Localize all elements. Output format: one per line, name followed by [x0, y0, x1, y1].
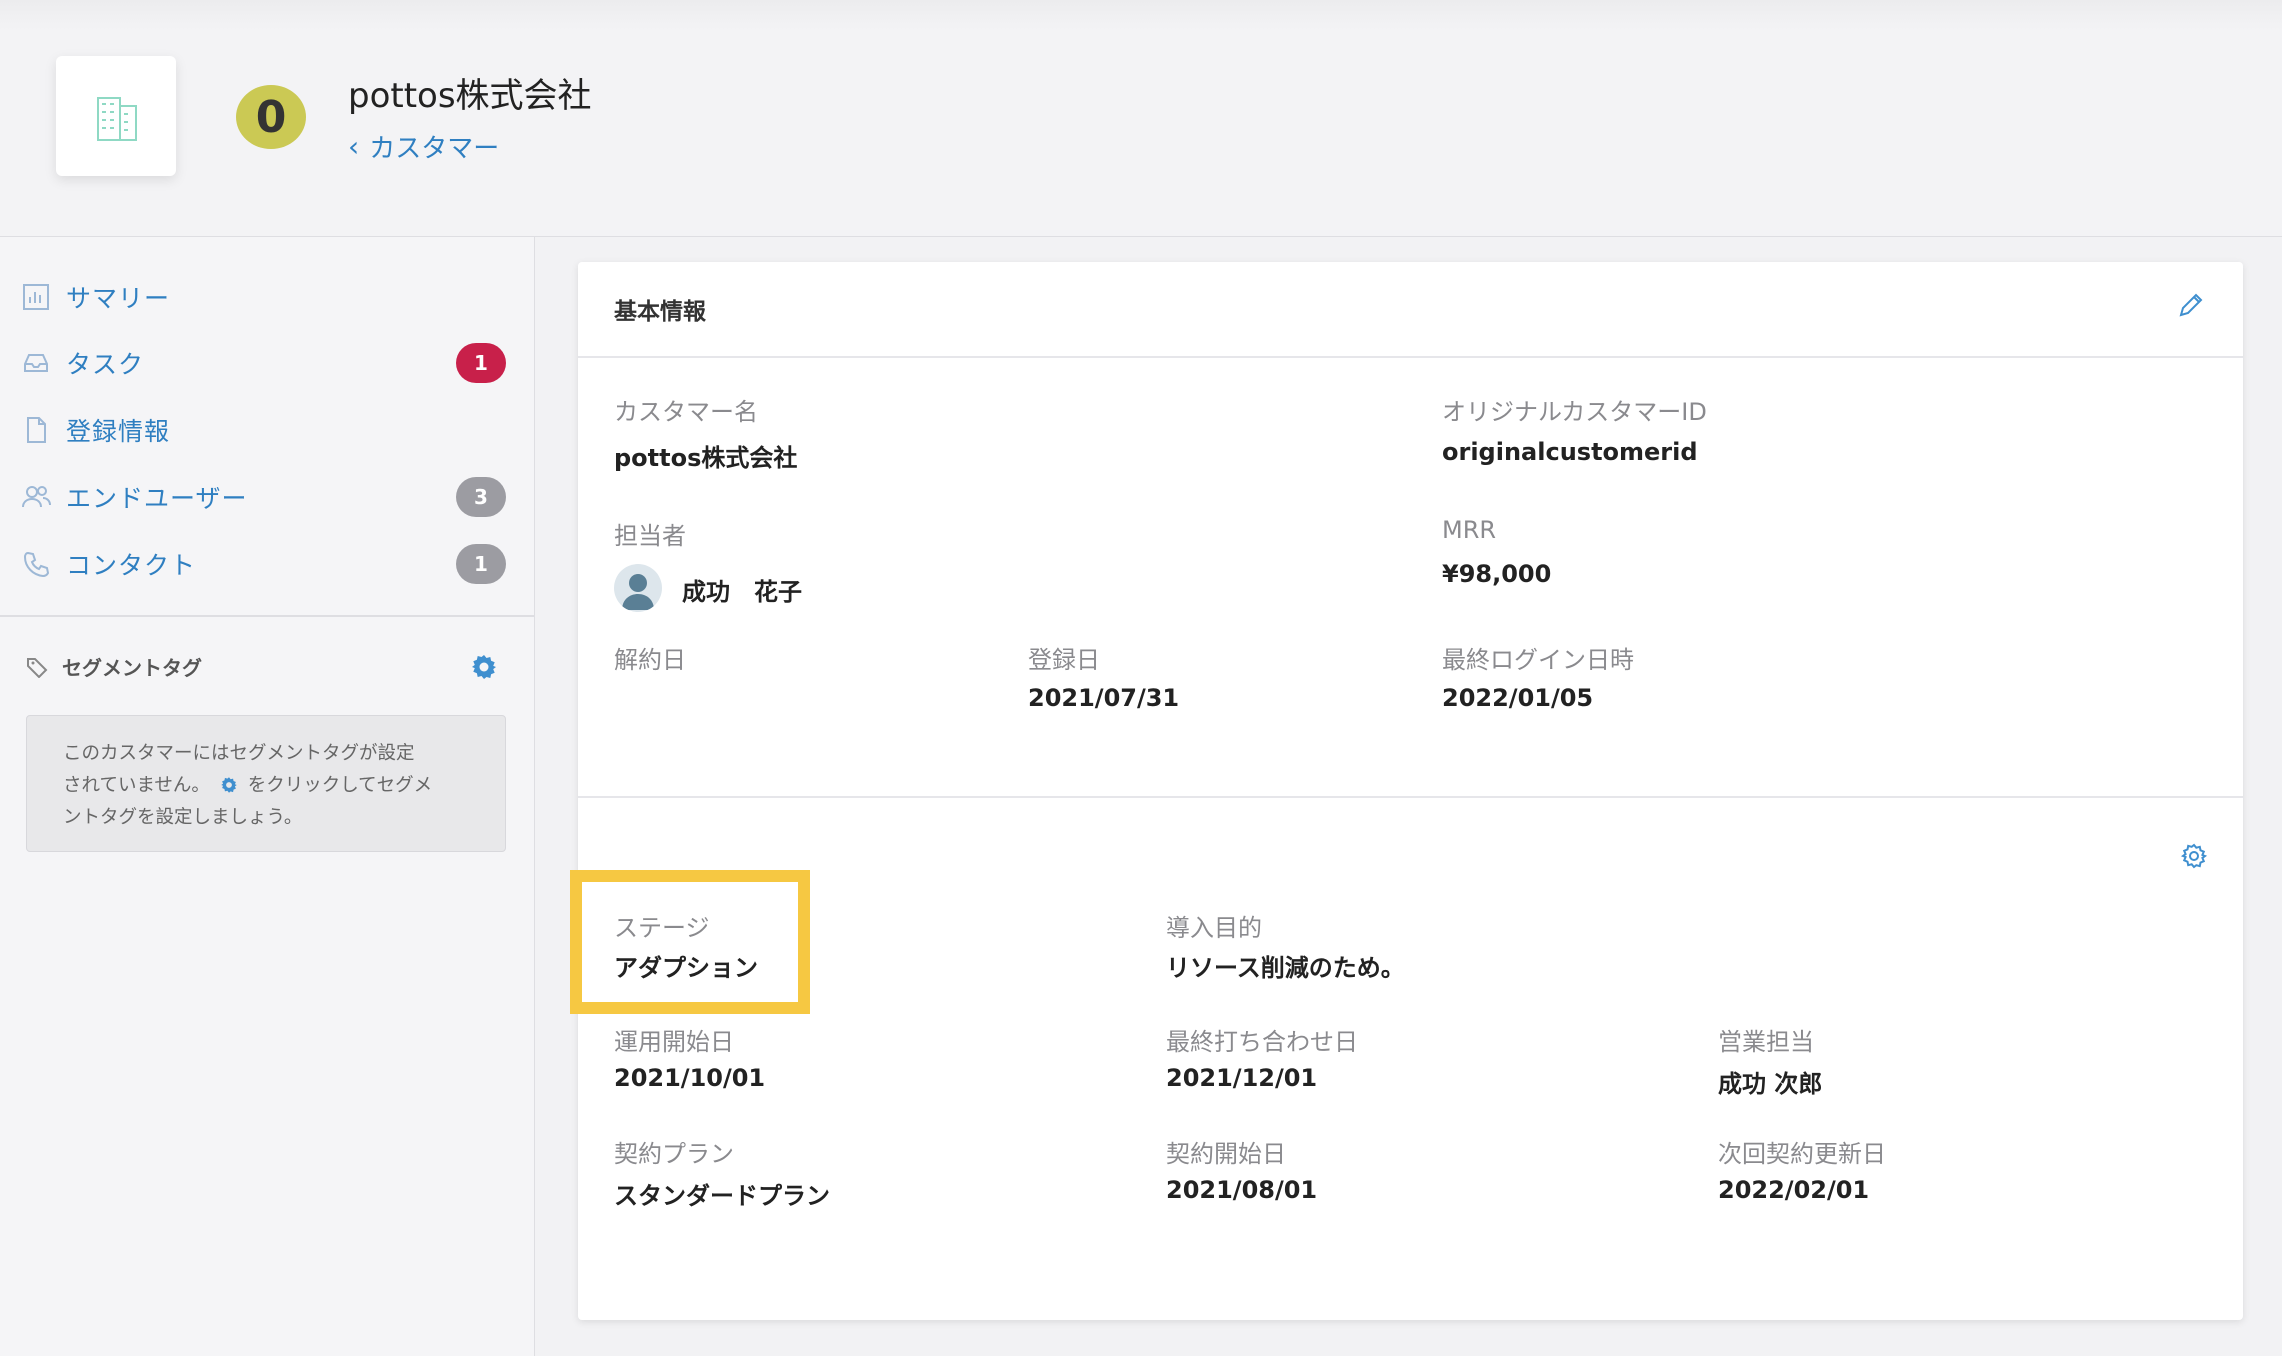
company-logo [56, 56, 176, 176]
building-icon [97, 97, 137, 141]
plan-value: スタンダードプラン [614, 1182, 830, 1210]
users-icon [20, 481, 52, 513]
gear-outline-icon [2180, 843, 2208, 869]
sidebar-item-label: エンドユーザー [66, 484, 248, 513]
basic-info-card: 基本情報 カスタマー名 pottos株式会社 オリジナルカスタマーID orig… [578, 262, 2243, 1320]
last-meeting-value: 2021/12/01 [1166, 1064, 1318, 1092]
sidebar-item-end-users[interactable]: エンドユーザー 3 [0, 467, 535, 527]
phone-icon [20, 548, 52, 580]
original-id-label: オリジナルカスタマーID [1442, 398, 1707, 426]
stage-highlight-box [570, 870, 810, 1014]
sidebar: サマリー タスク 1 登録情報 エンドユーザー 3 コンタクト 1 セグメントタ… [0, 237, 535, 1356]
registered-date-value: 2021/07/31 [1028, 684, 1180, 712]
last-login-label: 最終ログイン日時 [1442, 646, 1634, 674]
card-divider [578, 356, 2243, 358]
empty-text-line: このカスタマーにはセグメントタグが設定 [63, 743, 415, 764]
breadcrumb-back-link[interactable]: ‹ カスタマー [348, 128, 499, 165]
last-meeting-label: 最終打ち合わせ日 [1166, 1028, 1358, 1056]
chevron-left-icon: ‹ [348, 130, 360, 163]
pencil-icon [2179, 293, 2203, 317]
sidebar-item-registration[interactable]: 登録情報 [0, 400, 535, 460]
renewal-label: 次回契約更新日 [1718, 1140, 1886, 1168]
cancel-date-label: 解約日 [614, 646, 686, 674]
purpose-label: 導入目的 [1166, 914, 1262, 942]
tag-icon [27, 657, 48, 678]
task-count-badge: 1 [456, 343, 506, 383]
edit-button[interactable] [2176, 290, 2206, 324]
customer-header: 0 pottos株式会社 ‹ カスタマー [0, 0, 2282, 237]
sidebar-item-label: コンタクト [66, 551, 197, 580]
sidebar-item-label: タスク [66, 350, 145, 379]
page-title: pottos株式会社 [348, 76, 592, 116]
plan-label: 契約プラン [614, 1140, 734, 1168]
renewal-value: 2022/02/01 [1718, 1176, 1870, 1204]
mrr-label: MRR [1442, 516, 1497, 544]
card-divider [578, 796, 2243, 798]
sidebar-divider [0, 615, 535, 617]
ops-start-label: 運用開始日 [614, 1028, 734, 1056]
sidebar-item-label: 登録情報 [66, 417, 171, 446]
empty-text-line: ントタグを設定しましょう。 [63, 807, 303, 828]
last-login-value: 2022/01/05 [1442, 684, 1594, 712]
segment-settings-button[interactable] [470, 653, 498, 685]
gear-icon [472, 655, 496, 679]
bar-chart-icon [20, 281, 52, 313]
inbox-icon [20, 347, 52, 379]
breadcrumb-label: カスタマー [369, 134, 500, 164]
owner-label: 担当者 [614, 522, 686, 550]
segment-tag-empty-message: このカスタマーにはセグメントタグが設定 されていません。 をクリックしてセグメ … [26, 715, 506, 852]
mrr-value: ¥98,000 [1442, 560, 1552, 588]
sidebar-item-tasks[interactable]: タスク 1 [0, 333, 535, 393]
avatar [614, 564, 662, 612]
contract-start-value: 2021/08/01 [1166, 1176, 1318, 1204]
custom-fields-settings-button[interactable] [2180, 842, 2208, 874]
segment-tag-header: セグメントタグ [26, 652, 202, 681]
contract-start-label: 契約開始日 [1166, 1140, 1286, 1168]
card-title: 基本情報 [614, 299, 706, 325]
ops-start-value: 2021/10/01 [614, 1064, 766, 1092]
contact-count-badge: 1 [456, 544, 506, 584]
gear-icon [221, 777, 237, 793]
health-score-badge: 0 [236, 85, 306, 149]
sales-rep-label: 営業担当 [1718, 1028, 1814, 1056]
customer-name-label: カスタマー名 [614, 398, 758, 426]
registered-date-label: 登録日 [1028, 646, 1100, 674]
purpose-value: リソース削減のため。 [1166, 954, 1405, 982]
owner-value: 成功 花子 [682, 578, 802, 606]
empty-text-fragment: されていません。 [63, 775, 210, 796]
sidebar-item-label: サマリー [66, 284, 171, 313]
end-user-count-badge: 3 [456, 477, 506, 517]
segment-tag-title: セグメントタグ [62, 656, 202, 680]
empty-text-line: されていません。 をクリックしてセグメ [63, 770, 469, 802]
sales-rep-value: 成功 次郎 [1718, 1070, 1823, 1098]
customer-name-value: pottos株式会社 [614, 444, 798, 472]
sidebar-item-summary[interactable]: サマリー [0, 267, 535, 327]
original-id-value: originalcustomerid [1442, 438, 1698, 466]
document-icon [20, 414, 52, 446]
empty-text-fragment: をクリックしてセグメ [247, 775, 433, 796]
sidebar-item-contacts[interactable]: コンタクト 1 [0, 534, 535, 594]
